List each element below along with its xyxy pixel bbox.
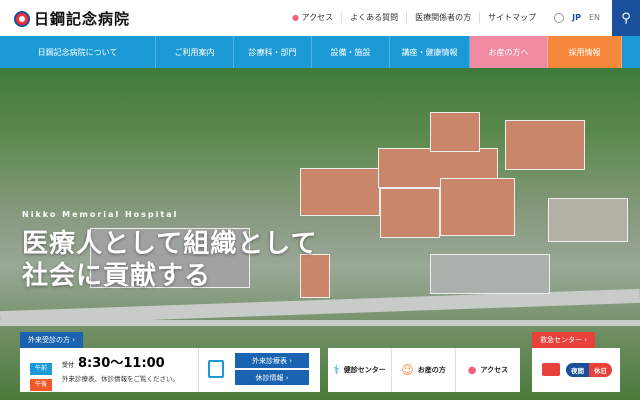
nav-facilities[interactable]: 設備・施設	[312, 36, 390, 68]
night-label: 夜間	[566, 363, 589, 377]
outpatient-tab[interactable]: 外来受診の方 ›	[20, 332, 84, 348]
logo[interactable]: 日鋼記念病院	[14, 8, 130, 29]
search-icon: ⚲	[621, 10, 631, 26]
quick-links: ⚕ 健診センター ☺ お産の方 ● アクセス	[328, 348, 520, 392]
lang-en[interactable]: EN	[589, 13, 600, 22]
nav-maternity[interactable]: お産の方へ	[470, 36, 548, 68]
util-label: アクセス	[301, 13, 334, 22]
logo-emblem-icon	[14, 10, 30, 27]
link-maternity[interactable]: ☺ お産の方	[392, 348, 456, 392]
reception-hours: 8:30〜11:00	[78, 356, 165, 371]
header: 日鋼記念病院 ● アクセス よくある質問 医療関係者の方 サイトマップ JP EN…	[0, 0, 640, 36]
pin-icon: ●	[467, 364, 477, 376]
globe-icon	[554, 12, 565, 23]
link-checkup[interactable]: ⚕ 健診センター	[328, 348, 392, 392]
nav-guide[interactable]: ご利用案内	[156, 36, 234, 68]
main-nav: 日鋼記念病院について ご利用案内 診療科・部門 設備・施設 講座・健康情報 お産…	[0, 36, 640, 68]
nav-about[interactable]: 日鋼記念病院について	[0, 36, 156, 68]
logo-text: 日鋼記念病院	[34, 10, 131, 28]
lang-jp[interactable]: JP	[572, 13, 581, 22]
search-button[interactable]: ⚲	[612, 0, 640, 36]
link-label: アクセス	[480, 366, 509, 374]
nav-departments[interactable]: 診療科・部門	[234, 36, 312, 68]
emergency-card[interactable]: 夜間 休日	[532, 348, 620, 392]
calendar-icon	[208, 360, 224, 378]
hero-title-line1: 医療人として組織として	[22, 229, 318, 259]
link-access[interactable]: ● アクセス	[456, 348, 520, 392]
link-label: お産の方	[417, 366, 446, 374]
baby-icon: ☺	[401, 363, 414, 377]
util-medical[interactable]: 医療関係者の方	[406, 12, 479, 23]
pin-icon: ●	[291, 13, 299, 22]
outpatient-note: 外来診療表、休診情報をご覧ください。	[62, 375, 179, 383]
pm-badge: 午後	[30, 379, 52, 391]
hero-title-line2: 社会に貢献する	[22, 261, 212, 291]
util-access[interactable]: ● アクセス	[284, 12, 341, 23]
ambulance-icon	[542, 363, 560, 376]
reception-label: 受付	[62, 362, 75, 369]
holiday-label: 休日	[589, 363, 612, 377]
nav-health-info[interactable]: 講座・健康情報	[390, 36, 470, 68]
link-label: 健診センター	[343, 366, 386, 374]
emergency-tab[interactable]: 救急センター ›	[532, 332, 596, 348]
hero-subtitle: Nikko Memorial Hospital	[22, 210, 179, 219]
hero-title: 医療人として組織として 社会に貢献する	[22, 228, 317, 292]
closure-info-button[interactable]: 休診情報 ›	[235, 370, 309, 385]
schedule-button[interactable]: 外来診療表 ›	[235, 353, 309, 368]
stethoscope-icon: ⚕	[333, 363, 340, 377]
nav-recruit[interactable]: 採用情報	[548, 36, 622, 68]
util-faq[interactable]: よくある質問	[341, 12, 406, 23]
outpatient-card: 午前 午後 受付 8:30〜11:00 外来診療表、休診情報をご覧ください。 外来…	[20, 348, 320, 392]
util-sitemap[interactable]: サイトマップ	[479, 12, 544, 23]
utility-nav: ● アクセス よくある質問 医療関係者の方 サイトマップ JP EN	[284, 12, 600, 23]
